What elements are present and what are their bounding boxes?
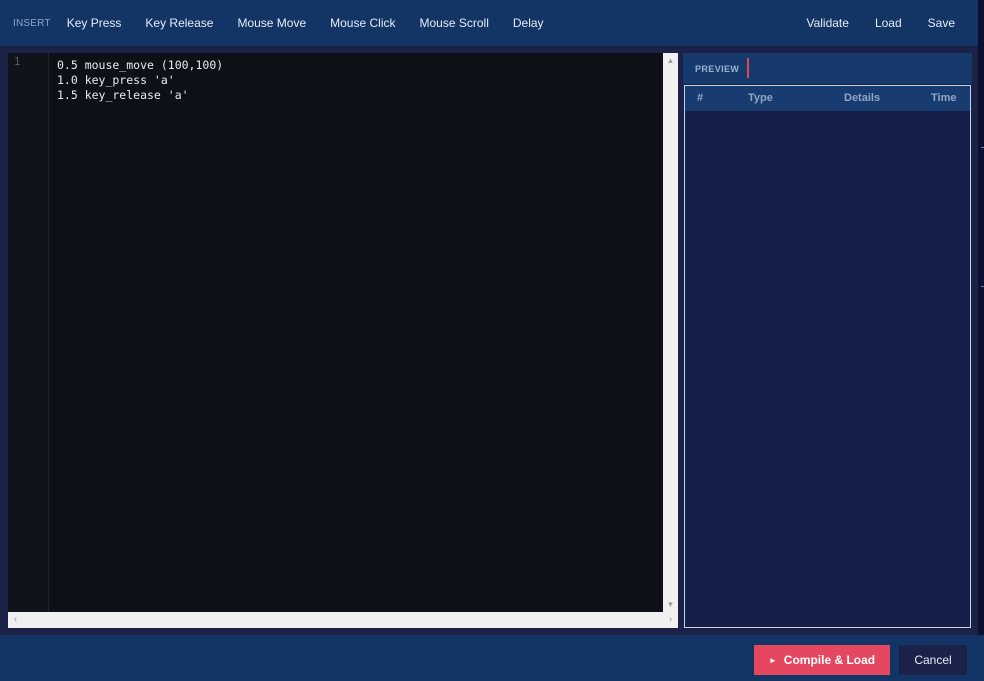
- preview-table: # Type Details Time: [684, 85, 971, 628]
- line-number: 1: [14, 56, 21, 68]
- column-header-number: #: [697, 92, 704, 104]
- preview-table-header: # Type Details Time: [685, 86, 970, 111]
- chevron-down-icon[interactable]: ▼: [663, 597, 678, 612]
- chevron-up-icon[interactable]: ▲: [663, 53, 678, 68]
- compile-load-label: Compile & Load: [783, 653, 876, 667]
- play-icon: ►: [768, 655, 777, 665]
- preview-marker: [747, 58, 749, 78]
- window-right-edge: [978, 46, 984, 635]
- preview-title: PREVIEW: [695, 64, 740, 74]
- insert-label: INSERT: [13, 17, 51, 29]
- column-header-type: Type: [748, 92, 773, 104]
- vertical-scrollbar[interactable]: ▲ ▼: [663, 53, 678, 612]
- cancel-button[interactable]: Cancel: [899, 645, 967, 675]
- save-button[interactable]: Save: [915, 0, 968, 46]
- horizontal-scrollbar[interactable]: ‹ ›: [8, 612, 678, 628]
- insert-mouse-scroll-button[interactable]: Mouse Scroll: [408, 0, 501, 46]
- load-button[interactable]: Load: [862, 0, 915, 46]
- preview-header: PREVIEW: [683, 53, 972, 84]
- window-edge: [978, 0, 984, 46]
- line-number-gutter: 1: [8, 53, 49, 612]
- column-header-time: Time: [931, 92, 957, 104]
- toolbar: INSERT Key Press Key Release Mouse Move …: [0, 0, 978, 46]
- insert-key-release-button[interactable]: Key Release: [133, 0, 225, 46]
- validate-button[interactable]: Validate: [793, 0, 861, 46]
- code-text-area[interactable]: 0.5 mouse_move (100,100) 1.0 key_press '…: [57, 58, 661, 608]
- preview-panel: PREVIEW # Type Details Time: [683, 53, 972, 629]
- column-header-details: Details: [844, 92, 881, 104]
- insert-key-press-button[interactable]: Key Press: [55, 0, 134, 46]
- script-editor-window: INSERT Key Press Key Release Mouse Move …: [0, 0, 984, 681]
- insert-mouse-move-button[interactable]: Mouse Move: [225, 0, 318, 46]
- chevron-left-icon[interactable]: ‹: [8, 612, 23, 628]
- code-editor: 1 0.5 mouse_move (100,100) 1.0 key_press…: [8, 53, 678, 628]
- insert-mouse-click-button[interactable]: Mouse Click: [318, 0, 407, 46]
- insert-delay-button[interactable]: Delay: [501, 0, 556, 46]
- chevron-right-icon[interactable]: ›: [663, 612, 678, 628]
- compile-load-button[interactable]: ► Compile & Load: [754, 645, 890, 675]
